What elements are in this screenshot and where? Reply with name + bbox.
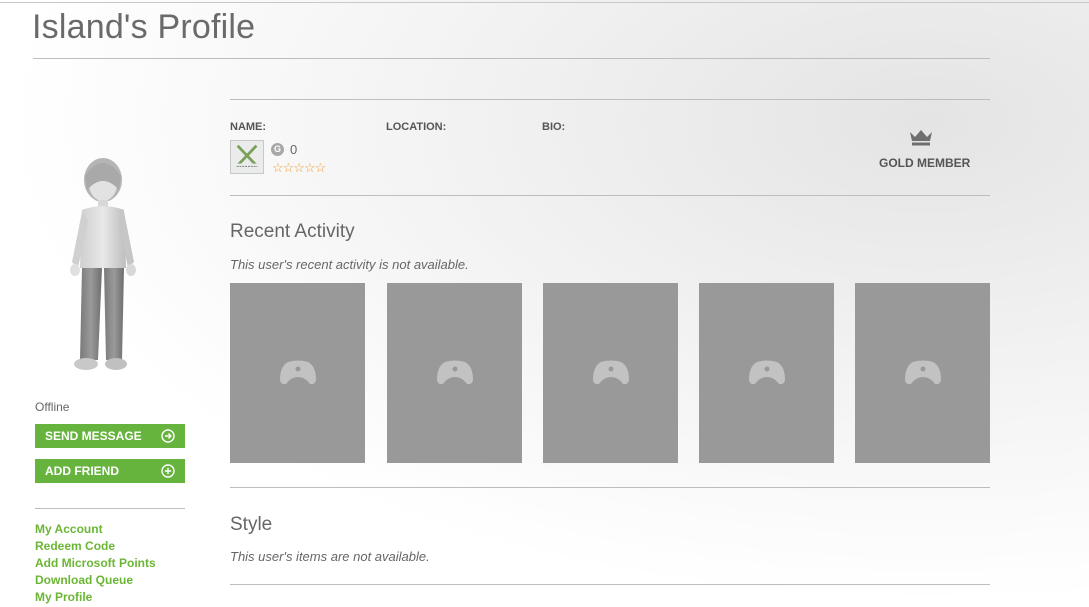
title-divider — [33, 58, 990, 59]
add-friend-label: ADD FRIEND — [45, 464, 119, 478]
avatar — [70, 158, 136, 370]
activity-tile — [543, 283, 678, 463]
style-divider — [230, 584, 990, 585]
activity-tile — [699, 283, 834, 463]
controller-icon — [279, 360, 316, 385]
style-title: Style — [230, 514, 273, 535]
gamerscore-value: 0 — [290, 142, 298, 157]
plus-circle-icon — [161, 464, 175, 478]
style-message: This user's items are not available. — [230, 549, 430, 564]
sidebar-link-my-account[interactable]: My Account — [35, 521, 156, 538]
profile-top-divider — [230, 99, 990, 100]
sidebar-link-redeem-code[interactable]: Redeem Code — [35, 538, 156, 555]
activity-tile — [230, 283, 365, 463]
controller-icon — [592, 360, 629, 385]
controller-icon — [904, 360, 941, 385]
recent-activity-message: This user's recent activity is not avail… — [230, 257, 469, 272]
activity-divider — [230, 487, 990, 488]
presence-status: Offline — [35, 400, 70, 414]
location-label: LOCATION: — [386, 121, 447, 133]
recent-activity-title: Recent Activity — [230, 221, 355, 242]
name-label: NAME: — [230, 121, 267, 133]
top-border — [0, 2, 1089, 3]
activity-tile — [855, 283, 990, 463]
reputation-stars: ☆☆☆☆☆ — [272, 160, 326, 175]
activity-tile — [387, 283, 522, 463]
add-friend-button[interactable]: ADD FRIEND — [35, 459, 185, 483]
arrow-circle-icon — [161, 429, 175, 443]
sidebar-link-download-queue[interactable]: Download Queue — [35, 572, 156, 589]
page-title: Island's Profile — [32, 8, 256, 46]
sidebar-links: My Account Redeem Code Add Microsoft Poi… — [35, 521, 156, 606]
crown-icon — [910, 130, 932, 146]
xbox-gamerpic-icon — [230, 140, 264, 174]
sidebar-divider — [35, 508, 185, 509]
sidebar-link-add-microsoft-points[interactable]: Add Microsoft Points — [35, 555, 156, 572]
membership-label: GOLD MEMBER — [879, 156, 971, 170]
send-message-button[interactable]: SEND MESSAGE — [35, 424, 185, 448]
sidebar-link-my-profile[interactable]: My Profile — [35, 589, 156, 606]
controller-icon — [436, 360, 473, 385]
gamerscore-icon: G — [271, 143, 284, 156]
send-message-label: SEND MESSAGE — [45, 429, 142, 443]
bio-label: BIO: — [542, 121, 566, 133]
profile-bottom-divider — [230, 195, 990, 196]
controller-icon — [748, 360, 785, 385]
